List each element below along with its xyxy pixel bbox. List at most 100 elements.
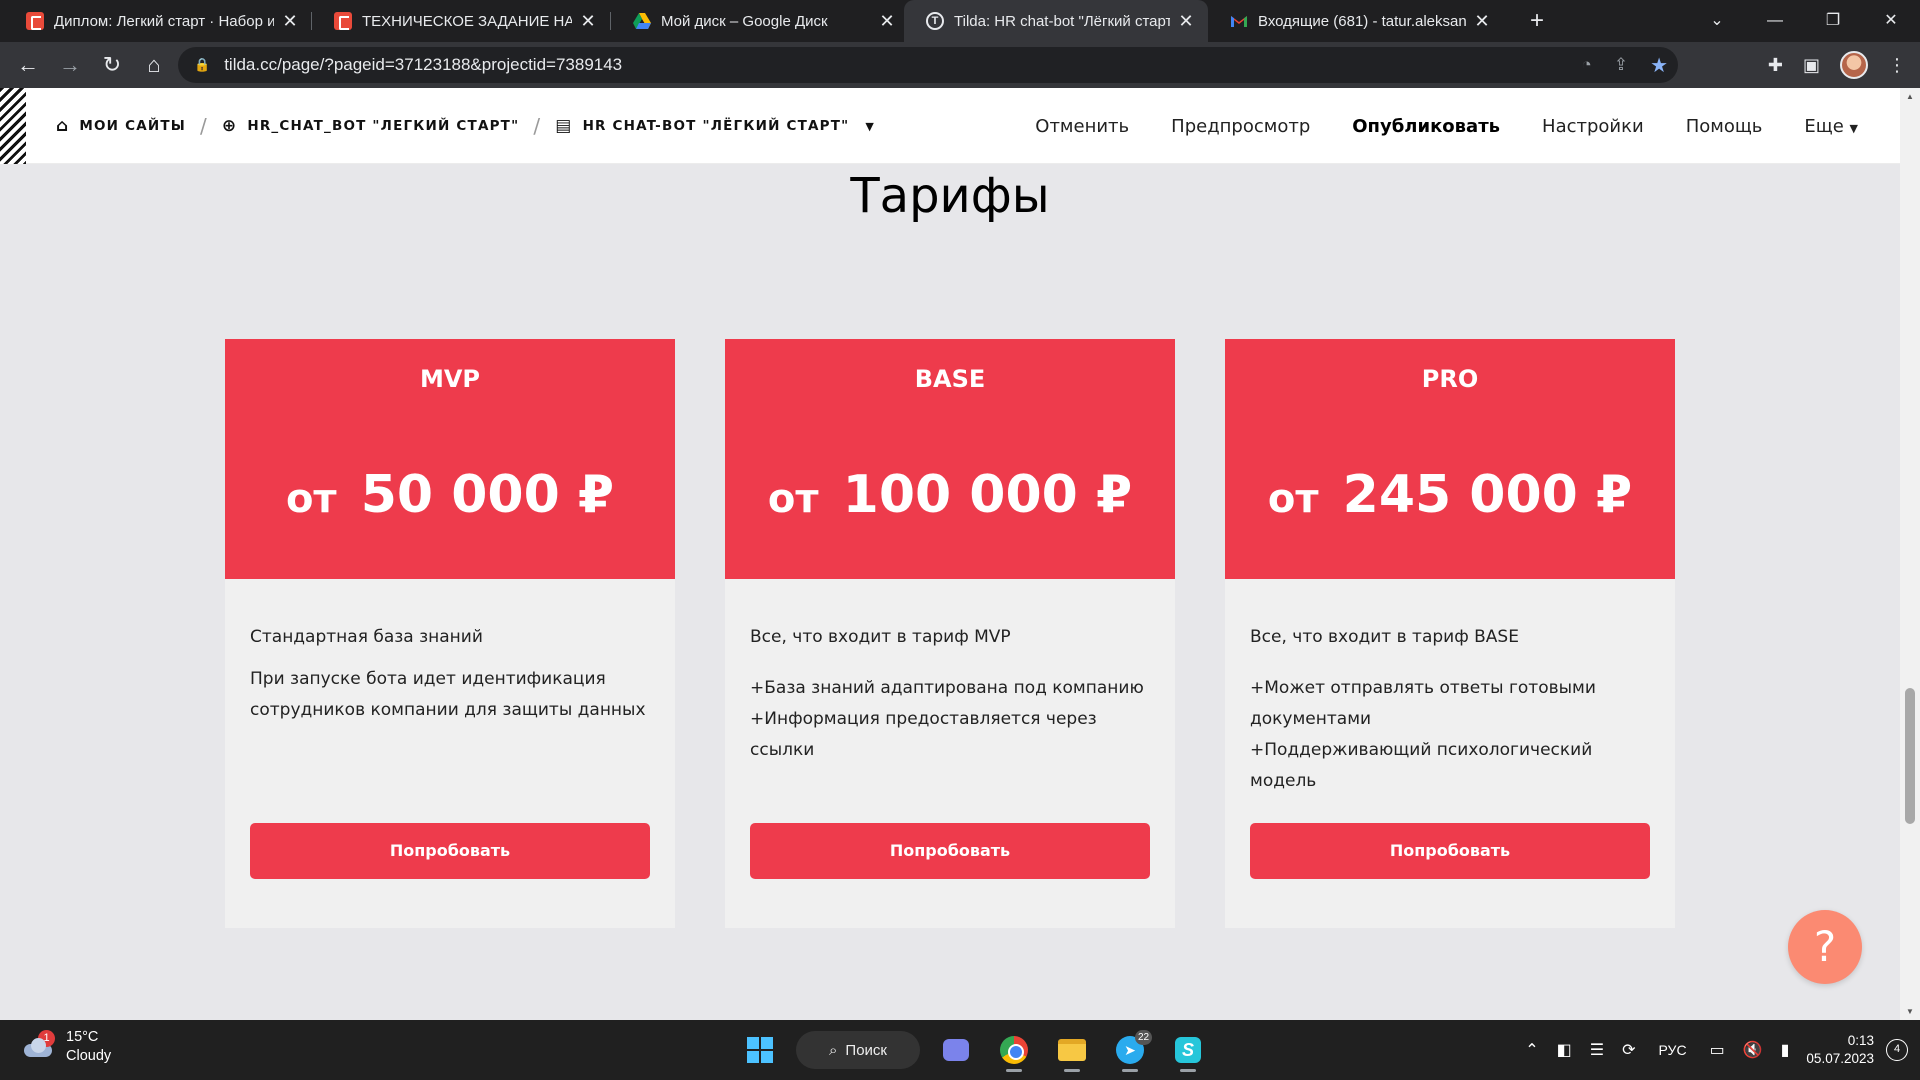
preview-button[interactable]: Предпросмотр [1171,116,1310,137]
breadcrumb-separator: / [533,114,542,138]
chevron-up-icon[interactable]: ⌃ [1525,1040,1538,1060]
tab-tech-spec[interactable]: ТЕХНИЧЕСКОЕ ЗАДАНИЕ НА РА ✕ [312,0,610,42]
plan-feature: Все, что входит в тариф MVP [750,627,1011,647]
lock-icon[interactable]: 🔒 [194,57,210,73]
bookmark-star-icon[interactable]: ★ [1650,53,1668,78]
weather-widget[interactable]: 1 15°C Cloudy [22,1028,111,1066]
page-scrollbar[interactable]: ▲ ▼ [1900,88,1920,1020]
home-icon[interactable]: ⌂ [56,116,69,136]
back-button[interactable]: ← [8,47,48,83]
battery-icon[interactable]: ▮ [1781,1040,1790,1060]
browser-menu-icon[interactable]: ⋮ [1888,55,1906,76]
plan-card-header: PRO от 245 000 ₽ [1225,339,1675,579]
volume-muted-icon[interactable]: 🔇 [1743,1040,1763,1060]
network-icon[interactable]: ▭ [1710,1040,1725,1060]
notifications-badge[interactable]: 4 [1886,1039,1908,1061]
plan-feature: +Может отправлять ответы готовыми докуме… [1250,678,1596,729]
reload-button[interactable]: ↻ [92,47,132,83]
tab-google-drive[interactable]: Мой диск – Google Диск ✕ [611,0,909,42]
close-tab-icon[interactable]: ✕ [1474,11,1490,32]
help-question-button[interactable]: ? [1788,910,1862,984]
taskbar-explorer[interactable] [1050,1028,1094,1072]
taskbar-telegram[interactable]: ➤ 22 [1108,1028,1152,1072]
clock[interactable]: 0:13 05.07.2023 [1806,1032,1874,1068]
browser-toolbar: ← → ↻ ⌂ 🔒 tilda.cc/page/?pageid=37123188… [0,42,1920,88]
start-button[interactable] [738,1028,782,1072]
plan-feature: Стандартная база знаний [250,627,483,647]
tray-app-icon[interactable]: ◧ [1557,1040,1572,1060]
url-text[interactable]: tilda.cc/page/?pageid=37123188&projectid… [224,55,622,75]
close-tab-icon[interactable]: ✕ [580,11,596,32]
forward-button[interactable]: → [50,47,90,83]
plan-description: Стандартная база знаний При запуске бота… [250,622,660,726]
cancel-button[interactable]: Отменить [1035,116,1129,137]
tab-diploma[interactable]: Диплом: Легкий старт · Набор и ✕ [4,0,312,42]
cloud-icon: 1 [22,1030,55,1058]
breadcrumb-page[interactable]: HR CHAT-BOT "ЛЁГКИЙ СТАРТ" [583,118,850,134]
side-panel-icon[interactable]: ▣ [1803,55,1820,76]
new-tab-button[interactable]: + [1522,6,1552,36]
plan-feature: +Информация предоставляется через ссылки [750,709,1097,760]
home-button[interactable]: ⌂ [134,47,174,83]
share-icon[interactable]: ⇪ [1614,55,1628,75]
close-window-button[interactable]: ✕ [1862,0,1920,42]
try-button-base[interactable]: Попробовать [750,823,1150,879]
language-indicator[interactable]: РУС [1659,1042,1687,1058]
weather-desc: Cloudy [66,1048,112,1064]
minimize-button[interactable]: — [1746,0,1804,42]
price-value: 100 000 ₽ [842,465,1133,525]
taskbar-meet[interactable] [934,1028,978,1072]
tab-tilda-active[interactable]: T Tilda: HR chat-bot "Лёгкий старт ✕ [904,0,1208,42]
restore-button[interactable]: ❐ [1804,0,1862,42]
try-button-mvp[interactable]: Попробовать [250,823,650,879]
profile-avatar[interactable] [1840,51,1868,79]
performance-icon[interactable]: ◔ [1582,55,1592,75]
plan-price: от 245 000 ₽ [1225,465,1675,525]
gmail-icon [1230,12,1248,30]
plan-card-mvp: MVP от 50 000 ₽ Стандартная база знаний … [225,339,675,928]
folder-icon [1058,1039,1086,1061]
system-tray: ⌃ ◧ ☰ ⟳ РУС ▭ 🔇 ▮ 0:13 05.07.2023 4 [1516,1020,1920,1080]
app-s-icon: S [1175,1037,1201,1063]
tab-gmail[interactable]: Входящие (681) - tatur.aleksandr ✕ [1208,0,1504,42]
tray-settings-icon[interactable]: ☰ [1590,1040,1604,1060]
windows-logo-icon [747,1037,773,1063]
help-button[interactable]: Помощь [1686,116,1763,137]
scroll-down-arrow-icon[interactable]: ▼ [1900,1007,1920,1016]
tab-search-icon[interactable]: ⌄ [1688,0,1746,42]
toolbar-right: ✚ ▣ ⋮ [1768,42,1920,88]
price-value: 245 000 ₽ [1342,465,1633,525]
taskbar-app[interactable]: S [1166,1028,1210,1072]
close-tab-icon[interactable]: ✕ [879,11,895,32]
scroll-up-arrow-icon[interactable]: ▲ [1900,92,1920,101]
tilda-zigzag-edge [0,88,26,164]
address-bar[interactable]: 🔒 tilda.cc/page/?pageid=37123188&project… [178,47,1678,83]
try-button-pro[interactable]: Попробовать [1250,823,1650,879]
tilda-favicon-icon [334,12,352,30]
publish-button[interactable]: Опубликовать [1352,116,1500,137]
plan-name: MVP [419,365,481,393]
tab-title: ТЕХНИЧЕСКОЕ ЗАДАНИЕ НА РА [362,12,572,30]
taskbar-chrome[interactable] [992,1028,1036,1072]
settings-button[interactable]: Настройки [1542,116,1644,137]
breadcrumb-my-sites[interactable]: МОИ САЙТЫ [79,118,186,134]
tilda-editor-header: ⌂ МОИ САЙТЫ / ⊕ HR_CHAT_BOT "ЛЕГКИЙ СТАР… [0,88,1900,164]
plan-feature: При запуске бота идет идентификация сотр… [250,669,646,720]
plan-price: от 100 000 ₽ [725,465,1175,525]
video-chat-icon [943,1039,969,1061]
close-tab-icon[interactable]: ✕ [282,11,298,32]
plan-card-header: MVP от 50 000 ₽ [225,339,675,579]
chevron-down-icon[interactable]: ▼ [865,120,875,133]
clock-time: 0:13 [1847,1033,1874,1048]
taskbar-search[interactable]: ⌕ Поиск [796,1031,920,1069]
breadcrumb-project[interactable]: HR_CHAT_BOT "ЛЕГКИЙ СТАРТ" [247,118,519,134]
scrollbar-thumb[interactable] [1905,688,1915,824]
sync-icon[interactable]: ⟳ [1622,1040,1635,1060]
close-tab-icon[interactable]: ✕ [1178,11,1194,32]
more-menu-button[interactable]: Еще ▼ [1804,116,1858,137]
extensions-icon[interactable]: ✚ [1768,55,1783,76]
plan-description: Все, что входит в тариф MVP +База знаний… [750,622,1160,766]
plan-feature: Все, что входит в тариф BASE [1250,627,1519,647]
tab-title: Диплом: Легкий старт · Набор и [54,12,274,30]
